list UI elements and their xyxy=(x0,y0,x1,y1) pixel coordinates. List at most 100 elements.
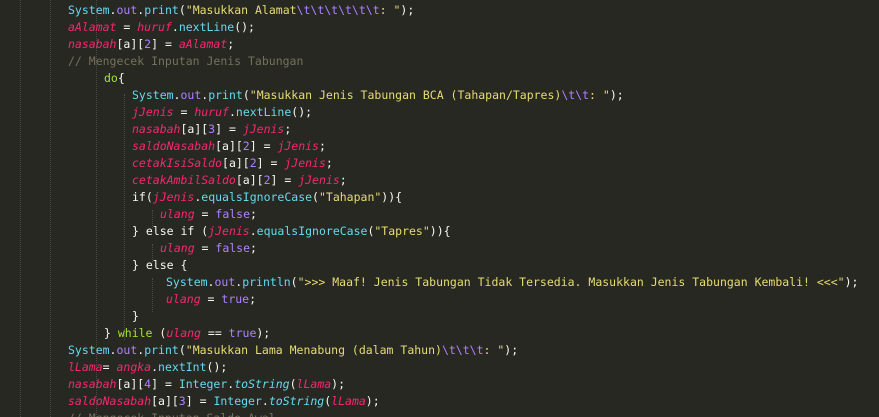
code-token: cetakAmbilSaldo xyxy=(132,173,236,187)
code-token: ( xyxy=(289,377,297,391)
code-token: ; xyxy=(249,292,257,306)
code-token: } xyxy=(104,326,118,340)
code-token: // Mengecek Inputan Jenis Tabungan xyxy=(68,54,304,68)
code-token: ulang xyxy=(160,207,195,221)
code-line[interactable]: do{ xyxy=(104,70,125,87)
code-line[interactable]: } xyxy=(132,308,139,325)
code-token: = xyxy=(194,241,216,255)
code-token: : " xyxy=(483,343,505,357)
code-token: ulang xyxy=(166,292,201,306)
code-token: (); xyxy=(234,20,255,34)
code-token: System xyxy=(166,275,208,289)
code-line[interactable]: saldoNasabah[a][3] = Integer.toString(lL… xyxy=(68,393,380,410)
code-token: out xyxy=(214,275,236,289)
code-token: \t\t xyxy=(561,88,590,102)
code-token: )){ xyxy=(429,224,451,238)
code-token: ] = xyxy=(151,377,179,391)
code-line[interactable]: nasabah[a][4] = Integer.toString(lLama); xyxy=(68,376,345,393)
code-token: 3 xyxy=(178,394,186,408)
code-token: ulang xyxy=(166,326,201,340)
code-line[interactable]: System.out.println(">>> Maaf! Jenis Tabu… xyxy=(166,274,858,291)
code-line[interactable]: } else { xyxy=(132,257,187,274)
code-token: saldoNasabah xyxy=(132,139,216,153)
code-token: ( xyxy=(178,3,186,17)
code-token: "Tapres" xyxy=(374,224,430,238)
code-token: ] = xyxy=(270,173,299,187)
code-token: 2 xyxy=(263,173,271,187)
code-token: ( xyxy=(312,190,319,204)
code-token: huruf xyxy=(137,20,172,34)
code-token: } else if ( xyxy=(132,224,209,238)
code-token: . xyxy=(261,394,269,408)
code-token: jJenis xyxy=(152,190,195,204)
code-token: ; xyxy=(339,173,347,187)
code-token: ; xyxy=(284,122,292,136)
code-token: { xyxy=(117,71,125,85)
code-line[interactable]: jJenis = huruf.nextLine(); xyxy=(132,104,312,121)
indent-guide xyxy=(152,278,153,312)
code-token: ; xyxy=(325,156,333,170)
code-line[interactable]: } else if (jJenis.equalsIgnoreCase("Tapr… xyxy=(132,223,451,240)
code-token: out xyxy=(116,3,138,17)
code-line[interactable]: nasabah[a][2] = aAlamat; xyxy=(68,36,234,53)
code-token: jJenis xyxy=(277,139,319,153)
code-token: [a][ xyxy=(215,139,243,153)
code-token: if( xyxy=(132,190,153,204)
code-line[interactable]: System.out.print("Masukkan Lama Menabung… xyxy=(68,342,518,359)
code-token: . xyxy=(249,224,257,238)
code-token: ] = xyxy=(249,139,278,153)
code-token: ( xyxy=(290,275,298,289)
code-token: println xyxy=(242,275,291,289)
code-line[interactable]: cetakAmbilSaldo[a][2] = jJenis; xyxy=(132,172,347,189)
code-token: out xyxy=(116,343,138,357)
code-line[interactable]: ulang = true; xyxy=(166,291,256,308)
code-token: ; xyxy=(250,207,257,221)
code-line[interactable]: // Mengecek Inputan Jenis Tabungan xyxy=(68,53,303,70)
code-token: ] = xyxy=(151,37,179,51)
code-line[interactable]: saldoNasabah[a][2] = jJenis; xyxy=(132,138,326,155)
code-token: "Tahapan" xyxy=(318,190,382,204)
code-token: [a][ xyxy=(151,394,179,408)
code-token: aAlamat xyxy=(178,37,228,51)
code-token: jJenis xyxy=(242,122,285,136)
code-line[interactable]: ulang = false; xyxy=(160,240,257,257)
code-token: nextLine xyxy=(178,20,235,34)
code-token: = xyxy=(173,105,195,119)
code-line[interactable]: aAlamat = huruf.nextLine(); xyxy=(68,19,255,36)
code-token: nextInt xyxy=(158,360,207,374)
code-line[interactable]: } while (ulang == true); xyxy=(104,325,270,342)
code-token: = xyxy=(116,20,138,34)
code-token: print xyxy=(144,3,179,17)
code-token: . xyxy=(228,105,236,119)
indent-guide xyxy=(50,0,51,417)
code-token: "Masukkan Alamat xyxy=(185,3,297,17)
code-token: nasabah xyxy=(132,122,181,136)
code-token: equalsIgnoreCase xyxy=(256,224,368,238)
code-line[interactable]: System.out.print("Masukkan Jenis Tabunga… xyxy=(132,87,624,104)
code-line[interactable]: ulang = false; xyxy=(160,206,257,223)
code-line[interactable]: // Mengecek Inputan Saldo Awal xyxy=(68,410,276,417)
code-token: ] = xyxy=(215,122,243,136)
code-token: true xyxy=(228,326,257,340)
code-token: ; xyxy=(318,139,326,153)
code-line[interactable]: lLama= angka.nextInt(); xyxy=(68,359,227,376)
code-token: jJenis xyxy=(284,156,326,170)
code-line[interactable]: nasabah[a][3] = jJenis; xyxy=(132,121,291,138)
code-token: ); xyxy=(331,377,346,391)
code-line[interactable]: cetakIsiSaldo[a][2] = jJenis; xyxy=(132,155,333,172)
code-editor[interactable]: System.out.print("Masukkan Alamat\t\t\t\… xyxy=(0,0,879,417)
code-token: \t\t\t\t\t\t xyxy=(296,3,380,17)
code-token: false xyxy=(215,241,251,255)
code-token: = xyxy=(200,292,222,306)
code-token: angka xyxy=(116,360,152,374)
code-token: true xyxy=(221,292,250,306)
code-token: equalsIgnoreCase xyxy=(201,190,313,204)
code-line[interactable]: System.out.print("Masukkan Alamat\t\t\t\… xyxy=(68,2,414,19)
code-line[interactable]: if(jJenis.equalsIgnoreCase("Tahapan")){ xyxy=(132,189,402,206)
code-token: print xyxy=(144,343,179,357)
code-token: ); xyxy=(365,394,380,408)
code-token: "Masukkan Jenis Tabungan BCA (Tahapan/Ta… xyxy=(249,88,562,102)
code-token: Integer xyxy=(178,377,228,391)
code-token: = xyxy=(102,360,117,374)
code-token: System xyxy=(132,88,174,102)
